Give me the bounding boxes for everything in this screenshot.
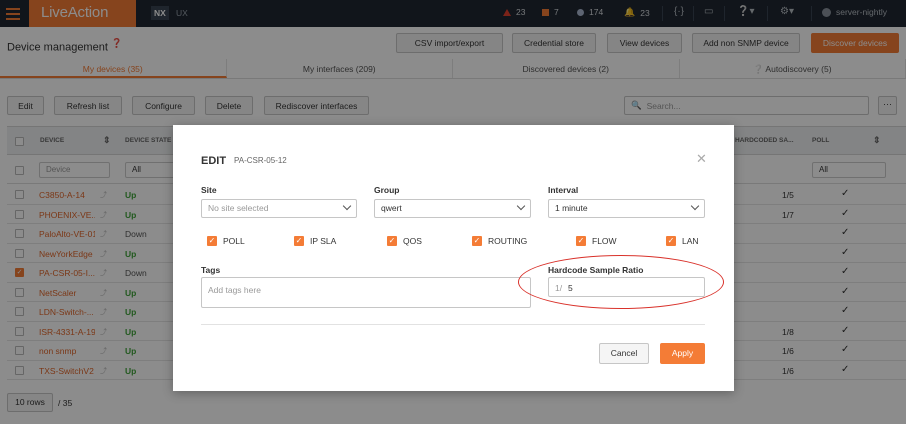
site-label: Site [201,185,217,195]
check-icon: ✓ [387,236,397,246]
lan-checkbox-label: LAN [682,236,699,246]
check-icon: ✓ [294,236,304,246]
interval-select[interactable]: 1 minute [548,199,705,218]
tags-label: Tags [201,265,221,275]
lan-checkbox[interactable]: ✓ LAN [666,236,699,246]
flow-checkbox-label: FLOW [592,236,617,246]
check-icon: ✓ [666,236,676,246]
dialog-subtitle: PA-CSR-05-12 [234,156,287,165]
ip-sla-checkbox-label: IP SLA [310,236,337,246]
poll-checkbox[interactable]: ✓ POLL [207,236,245,246]
group-value: qwert [381,203,402,213]
qos-checkbox-label: QOS [403,236,422,246]
chevron-down-icon [516,201,526,211]
divider [201,324,705,325]
check-icon: ✓ [472,236,482,246]
flow-checkbox[interactable]: ✓ FLOW [576,236,617,246]
routing-checkbox-label: ROUTING [488,236,528,246]
group-label: Group [374,185,400,195]
cancel-button[interactable]: Cancel [599,343,649,364]
check-icon: ✓ [576,236,586,246]
interval-label: Interval [548,185,579,195]
highlight-annotation [518,255,724,309]
group-select[interactable]: qwert [374,199,531,218]
dialog-title: EDIT [201,155,227,167]
routing-checkbox[interactable]: ✓ ROUTING [472,236,527,246]
poll-checkbox-label: POLL [223,236,245,246]
apply-button[interactable]: Apply [660,343,705,364]
check-icon: ✓ [207,236,217,246]
site-placeholder: No site selected [208,203,269,213]
close-icon[interactable]: ✕ [696,151,707,167]
site-select[interactable]: No site selected [201,199,357,218]
interval-value: 1 minute [555,203,588,213]
ip-sla-checkbox[interactable]: ✓ IP SLA [294,236,336,246]
qos-checkbox[interactable]: ✓ QOS [387,236,422,246]
chevron-down-icon [690,201,700,211]
chevron-down-icon [342,201,352,211]
tags-input[interactable]: Add tags here [201,277,531,308]
